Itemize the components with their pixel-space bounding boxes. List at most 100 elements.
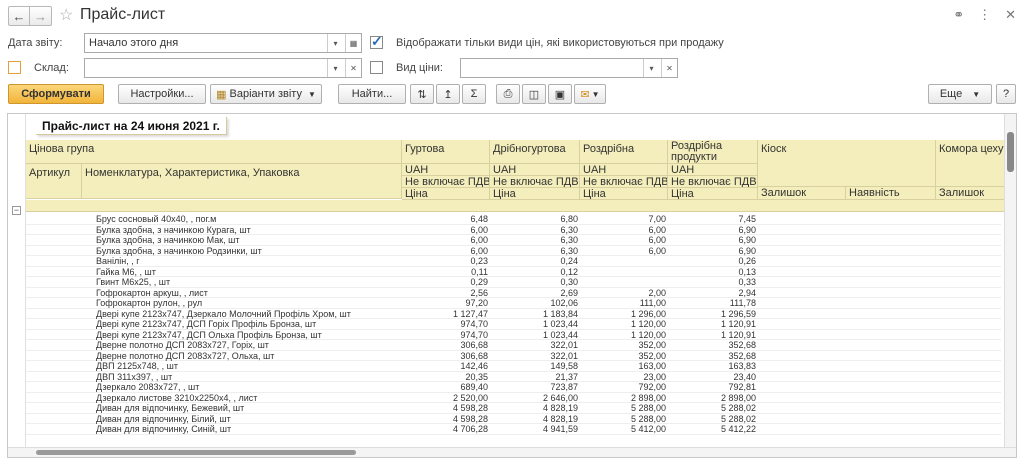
cell-nomenclature: ДВП 2125х748, , шт <box>96 361 178 371</box>
table-row[interactable]: Двері купе 2123х747, Дзеркало Молочний П… <box>26 308 1001 319</box>
table-row[interactable]: ДВП 311х397, , шт 20,35 21,37 23,00 23,40 <box>26 371 1001 382</box>
filter-row-warehouse: Склад: ▾ ✕ Вид ціни: ▾ ✕ <box>0 58 1024 78</box>
cell-price: 111,00 <box>639 298 666 308</box>
cell-price: 1 023,44 <box>542 319 578 329</box>
help-button[interactable]: ? <box>996 84 1016 104</box>
cell-price: 1 183,84 <box>542 308 578 319</box>
print-icon[interactable]: ⎙ <box>496 84 520 104</box>
cell-price: 4 828,19 <box>542 413 578 424</box>
price-type-field[interactable]: ▾ ✕ <box>460 58 678 78</box>
variants-button[interactable]: ▦ Варіанти звіту ▼ <box>210 84 322 104</box>
table-row[interactable]: Дзеркало листове 3210х2250х4, , лист 2 52… <box>26 392 1001 403</box>
header-balance: Залишок <box>936 187 1006 200</box>
table-row[interactable]: Диван для відпочинку, Синій, шт 4 706,28 4… <box>26 424 1001 435</box>
expand-groups-icon[interactable]: ⇅ <box>410 84 434 104</box>
price-type-checkbox[interactable] <box>370 61 383 74</box>
cell-price: 6,90 <box>738 245 756 256</box>
vertical-scrollbar[interactable] <box>1004 114 1016 457</box>
date-field[interactable]: Начало этого дня ▾ ▦ <box>84 33 362 53</box>
header-retail-products-line2: продукти <box>671 151 717 163</box>
dropdown-arrow-icon[interactable]: ▾ <box>327 59 343 77</box>
header-wholesale: Гуртова <box>402 140 490 164</box>
clear-icon[interactable]: ✕ <box>345 59 361 77</box>
collapse-group-icon[interactable]: − <box>12 206 21 215</box>
close-icon[interactable]: ✕ <box>1005 7 1016 23</box>
table-row[interactable]: Дверне полотно ДСП 2083х727, Горіх, шт 30… <box>26 340 1001 351</box>
cell-price: 23,00 <box>643 371 666 382</box>
cell-price: 5 412,00 <box>630 424 666 434</box>
calendar-icon[interactable]: ▦ <box>345 34 361 52</box>
link-icon[interactable]: ⚭ <box>953 7 964 23</box>
table-row[interactable]: Диван для відпочинку, Білий, шт 4 598,28 4… <box>26 413 1001 424</box>
table-row[interactable]: Гофрокартон аркуш, , лист 2,56 2,69 2,00 2,9… <box>26 287 1001 298</box>
cell-price: 0,29 <box>470 277 488 287</box>
generate-button[interactable]: Сформувати <box>8 84 104 104</box>
cell-nomenclature: Булка здобна, з начинкою Родзинки, шт <box>96 245 262 256</box>
table-row[interactable]: Гвинт М6х25, , шт 0,29 0,30 0,33 <box>26 277 1001 288</box>
more-button[interactable]: Еще ▼ <box>928 84 992 104</box>
clear-icon[interactable]: ✕ <box>661 59 677 77</box>
cell-price: 7,45 <box>738 214 756 224</box>
warehouse-field[interactable]: ▾ ✕ <box>84 58 362 78</box>
cell-nomenclature: Дзеркало листове 3210х2250х4, , лист <box>96 392 258 403</box>
table-row[interactable]: ДВП 2125х748, , шт 142,46 149,58 163,00 163,… <box>26 361 1001 372</box>
table-row[interactable]: Булка здобна, з начинкою Курага, шт 6,00 6… <box>26 224 1001 235</box>
cell-price: 2 646,00 <box>542 392 578 403</box>
save-icon[interactable]: ▣ <box>548 84 572 104</box>
cell-price: 4 828,19 <box>542 403 578 413</box>
cell-price: 163,83 <box>728 361 756 371</box>
horizontal-scrollbar[interactable] <box>8 447 1016 457</box>
cell-price: 102,06 <box>550 298 578 308</box>
favorite-star-icon[interactable]: ☆ <box>59 5 73 25</box>
cell-nomenclature: Диван для відпочинку, Бежевий, шт <box>96 403 245 413</box>
table-row[interactable]: Брус сосновый 40х40, , пог.м 6,48 6,80 7,00… <box>26 214 1001 225</box>
table-row[interactable]: Диван для відпочинку, Бежевий, шт 4 598,2… <box>26 403 1001 414</box>
cell-nomenclature: Дзеркало 2083х727, , шт <box>96 382 200 392</box>
table-row[interactable]: Двері купе 2123х747, ДСП Горіх Профіль Б… <box>26 319 1001 330</box>
header-nomenclature: Номенклатура, Характеристика, Упаковка <box>82 164 402 199</box>
table-row[interactable]: Ванілін, , г 0,23 0,24 0,26 <box>26 256 1001 267</box>
cell-nomenclature: Булка здобна, з начинкою Мак, шт <box>96 235 240 245</box>
table-row[interactable]: Гайка М6, , шт 0,11 0,12 0,13 <box>26 267 1001 277</box>
cell-price: 974,70 <box>460 319 488 329</box>
table-row[interactable]: Двері купе 2123х747, ДСП Ольха Профіль Б… <box>26 330 1001 340</box>
preview-icon[interactable]: ◫ <box>522 84 546 104</box>
dropdown-arrow-icon[interactable]: ▾ <box>327 34 343 52</box>
table-row[interactable]: Дверне полотно ДСП 2083х727, Ольха, шт 30… <box>26 350 1001 361</box>
table-row[interactable]: Булка здобна, з начинкою Родзинки, шт 6,0… <box>26 245 1001 256</box>
cell-price: 6,00 <box>470 224 488 235</box>
more-vertical-icon[interactable]: ⋮ <box>978 7 991 23</box>
cell-price: 5 288,00 <box>630 403 666 413</box>
cell-price: 306,68 <box>460 340 488 350</box>
cell-price: 111,78 <box>729 298 756 308</box>
back-arrow-icon[interactable]: ← <box>8 6 30 26</box>
cell-price: 6,00 <box>470 235 488 245</box>
dropdown-arrow-icon[interactable]: ▾ <box>643 59 659 77</box>
only-used-prices-checkbox[interactable] <box>370 33 383 50</box>
warehouse-checkbox[interactable] <box>8 61 21 74</box>
vertical-scroll-thumb[interactable] <box>1007 132 1014 172</box>
find-button[interactable]: Найти... <box>338 84 406 104</box>
table-row[interactable]: Гофрокартон рулон, , рул 97,20 102,06 111,0… <box>26 298 1001 309</box>
settings-button[interactable]: Настройки... <box>118 84 206 104</box>
table-row[interactable]: Дзеркало 2083х727, , шт 689,40 723,87 792,0… <box>26 382 1001 393</box>
cell-price: 6,30 <box>560 235 578 245</box>
cell-price: 5 288,02 <box>720 413 756 424</box>
cell-price: 352,00 <box>638 350 666 361</box>
table-row[interactable]: Булка здобна, з начинкою Мак, шт 6,00 6,30… <box>26 235 1001 246</box>
cell-price: 20,35 <box>465 371 488 382</box>
report-spreadsheet[interactable]: − Прайс-лист на 24 июня 2021 г. Цінова г… <box>7 113 1017 458</box>
cell-price: 7,00 <box>648 214 666 224</box>
cell-nomenclature: Диван для відпочинку, Синій, шт <box>96 424 232 434</box>
cell-price: 2,69 <box>560 287 578 298</box>
sum-icon[interactable]: Σ <box>462 84 486 104</box>
forward-arrow-icon[interactable]: → <box>30 6 52 26</box>
header-currency: UAH <box>580 164 668 176</box>
cell-price: 1 120,00 <box>630 319 666 329</box>
cell-price: 21,37 <box>555 371 578 382</box>
mail-button[interactable]: ✉ ▼ <box>574 84 606 104</box>
horizontal-scroll-thumb[interactable] <box>36 450 356 455</box>
collapse-groups-icon[interactable]: ↥ <box>436 84 460 104</box>
chevron-down-icon: ▼ <box>591 89 600 99</box>
cell-price: 2 898,00 <box>720 392 756 403</box>
